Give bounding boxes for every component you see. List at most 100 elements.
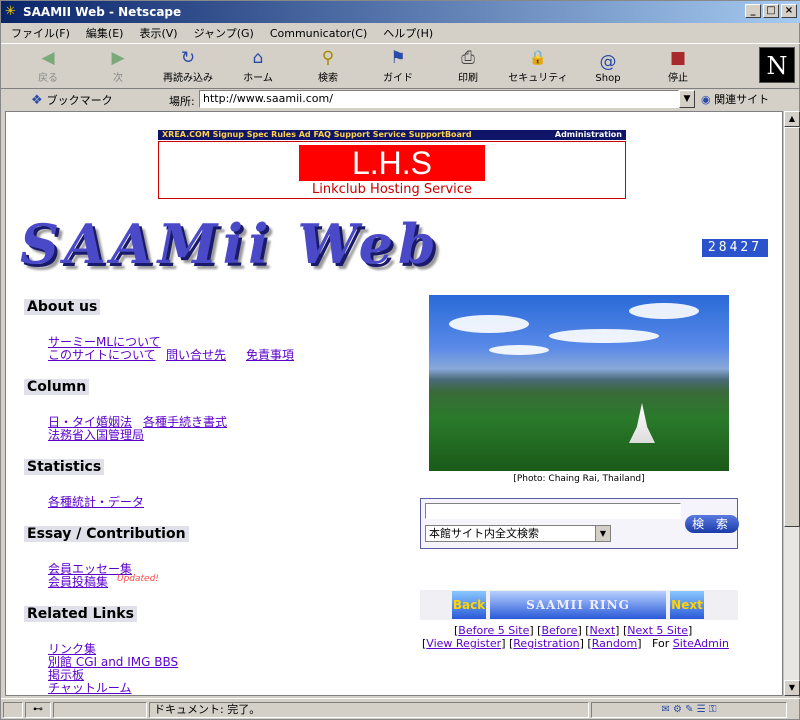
stop-icon: ■ <box>669 48 687 68</box>
print-label: 印刷 <box>458 73 478 84</box>
print-button[interactable]: ⎙ 印刷 <box>433 44 503 88</box>
reload-button[interactable]: ↻ 再読み込み <box>153 44 223 88</box>
lock-icon: 🔒 <box>529 50 547 66</box>
back-button[interactable]: ◀ 戻る <box>13 44 83 88</box>
shop-icon: @ <box>599 52 617 72</box>
search-scope-value: 本館サイト内全文検索 <box>429 527 539 540</box>
photo-caption: [Photo: Chaing Rai, Thailand] <box>513 474 645 484</box>
vertical-scrollbar[interactable]: ▲ ▼ <box>783 111 800 696</box>
updated-badge: Updated! <box>117 574 159 584</box>
minimize-button[interactable]: _ <box>745 4 761 18</box>
chevron-down-icon[interactable]: ▼ <box>595 526 610 541</box>
search-button[interactable]: ⚲ 検索 <box>293 44 363 88</box>
link-contributions[interactable]: 会員投稿集 <box>48 573 108 590</box>
maximize-button[interactable]: □ <box>763 4 779 18</box>
guide-button[interactable]: ⚑ ガイド <box>363 44 433 88</box>
app-icon: ✳ <box>5 4 16 19</box>
stop-label: 停止 <box>668 73 688 84</box>
section-essay: Essay / Contribution <box>24 526 189 542</box>
guide-icon: ⚑ <box>390 48 406 68</box>
ring-for-label: For <box>652 637 670 650</box>
ad-admin-link[interactable]: Administration <box>555 130 622 140</box>
ring-next5-link[interactable]: Next 5 Site <box>627 624 688 637</box>
forward-button[interactable]: ▶ 次 <box>83 44 153 88</box>
ring-back-button[interactable]: Back <box>452 591 486 619</box>
status-bar: ⊷ ドキュメント: 完了。 ✉ ⚙ ✎ ☰ ⚿ <box>1 698 800 720</box>
link-forms[interactable]: 各種手続き書式 <box>143 413 227 430</box>
guide-label: ガイド <box>383 73 413 84</box>
ring-next-button[interactable]: Next <box>670 591 704 619</box>
link-immigration[interactable]: 法務省入国管理局 <box>48 426 144 443</box>
ring-before-link[interactable]: Before <box>541 624 577 637</box>
menu-help[interactable]: ヘルプ(H) <box>381 25 435 41</box>
reload-icon: ↻ <box>180 48 196 68</box>
stop-button[interactable]: ■ 停止 <box>643 44 713 88</box>
page-viewport: XREA.COM Signup Spec Rules Ad FAQ Suppor… <box>5 111 783 696</box>
location-dropdown-icon[interactable]: ▼ <box>679 90 695 108</box>
ad-nav-links[interactable]: XREA.COM Signup Spec Rules Ad FAQ Suppor… <box>162 130 472 139</box>
menu-bar: ファイル(F) 編集(E) 表示(V) ジャンプ(G) Communicator… <box>1 23 800 43</box>
progress-bar <box>53 701 147 718</box>
browser-window: ✳ SAAMII Web - Netscape _ □ × ファイル(F) 編集… <box>0 0 800 720</box>
menu-file[interactable]: ファイル(F) <box>9 25 72 41</box>
bookmarks-button[interactable]: ❖ ブックマーク <box>1 92 171 108</box>
ring-next-link[interactable]: Next <box>590 624 616 637</box>
ad-nav-bar[interactable]: XREA.COM Signup Spec Rules Ad FAQ Suppor… <box>158 130 626 140</box>
back-arrow-icon: ◀ <box>41 48 55 68</box>
ring-siteadmin-link[interactable]: SiteAdmin <box>673 637 729 650</box>
scroll-down-icon[interactable]: ▼ <box>784 680 800 696</box>
ring-before5-link[interactable]: Before 5 Site <box>458 624 529 637</box>
security-button[interactable]: 🔒 セキュリティ <box>503 44 573 88</box>
navigation-toolbar: ◀ 戻る ▶ 次 ↻ 再読み込み ⌂ ホーム ⚲ 検索 ⚑ ガイド ⎙ 印刷 🔒 セキュリティ … <box>1 43 800 89</box>
reload-label: 再読み込み <box>163 73 213 84</box>
site-logo: SAAMii Web <box>20 212 441 276</box>
search-input[interactable] <box>425 503 681 519</box>
shop-label: Shop <box>595 73 621 84</box>
related-sites-button[interactable]: ◉ 関連サイト <box>701 91 769 107</box>
related-label: 関連サイト <box>714 93 770 106</box>
netscape-logo[interactable]: N <box>759 47 795 83</box>
related-icon: ◉ <box>701 93 711 106</box>
ring-view-register-link[interactable]: View Register <box>426 637 501 650</box>
site-search-form: 本館サイト内全文検索 ▼ 検 索 <box>420 498 739 549</box>
back-label: 戻る <box>38 73 58 84</box>
ring-registration-link[interactable]: Registration <box>513 637 579 650</box>
menu-communicator[interactable]: Communicator(C) <box>268 27 369 40</box>
link-chat[interactable]: チャットルーム <box>48 679 132 695</box>
link-site-about[interactable]: このサイトについて <box>48 346 156 363</box>
link-disclaimer[interactable]: 免責事項 <box>246 346 294 363</box>
home-button[interactable]: ⌂ ホーム <box>223 44 293 88</box>
search-scope-select[interactable]: 本館サイト内全文検索 ▼ <box>425 525 611 542</box>
section-related-links: Related Links <box>24 606 137 622</box>
section-column: Column <box>24 379 90 395</box>
status-text: ドキュメント: 完了。 <box>149 701 589 718</box>
search-submit-button[interactable]: 検 索 <box>685 515 739 533</box>
print-icon: ⎙ <box>461 48 475 68</box>
scroll-thumb[interactable] <box>784 127 800 527</box>
component-bar-icons[interactable]: ✉ ⚙ ✎ ☰ ⚿ <box>591 701 787 718</box>
menu-view[interactable]: 表示(V) <box>137 25 179 41</box>
home-label: ホーム <box>243 73 273 84</box>
ad-banner[interactable]: L.H.S Linkclub Hosting Service <box>158 141 626 199</box>
security-label: セキュリティ <box>508 73 568 84</box>
window-title: SAAMII Web - Netscape <box>23 5 182 19</box>
menu-go[interactable]: ジャンプ(G) <box>192 25 256 41</box>
visit-counter: 28427 <box>702 239 768 257</box>
close-button[interactable]: × <box>781 4 797 18</box>
shop-button[interactable]: @ Shop <box>573 44 643 88</box>
forward-arrow-icon: ▶ <box>111 48 125 68</box>
temple-shape <box>629 403 655 443</box>
section-statistics: Statistics <box>24 459 105 475</box>
menu-edit[interactable]: 編集(E) <box>84 25 126 41</box>
security-status-icon[interactable] <box>3 701 23 718</box>
search-icon: ⚲ <box>321 48 335 68</box>
link-contact[interactable]: 問い合せ先 <box>166 346 226 363</box>
ad-title: L.H.S <box>299 145 485 181</box>
ring-random-link[interactable]: Random <box>592 637 638 650</box>
link-statistics[interactable]: 各種統計・データ <box>48 493 144 510</box>
location-input[interactable]: http://www.saamii.com/ <box>199 90 679 108</box>
ring-title[interactable]: SAAMII RING <box>490 591 666 619</box>
location-toolbar: ❖ ブックマーク 場所: http://www.saamii.com/ ▼ ◉ … <box>1 89 800 111</box>
web-ring-banner: Back SAAMII RING Next <box>420 590 738 620</box>
scroll-up-icon[interactable]: ▲ <box>784 111 800 127</box>
